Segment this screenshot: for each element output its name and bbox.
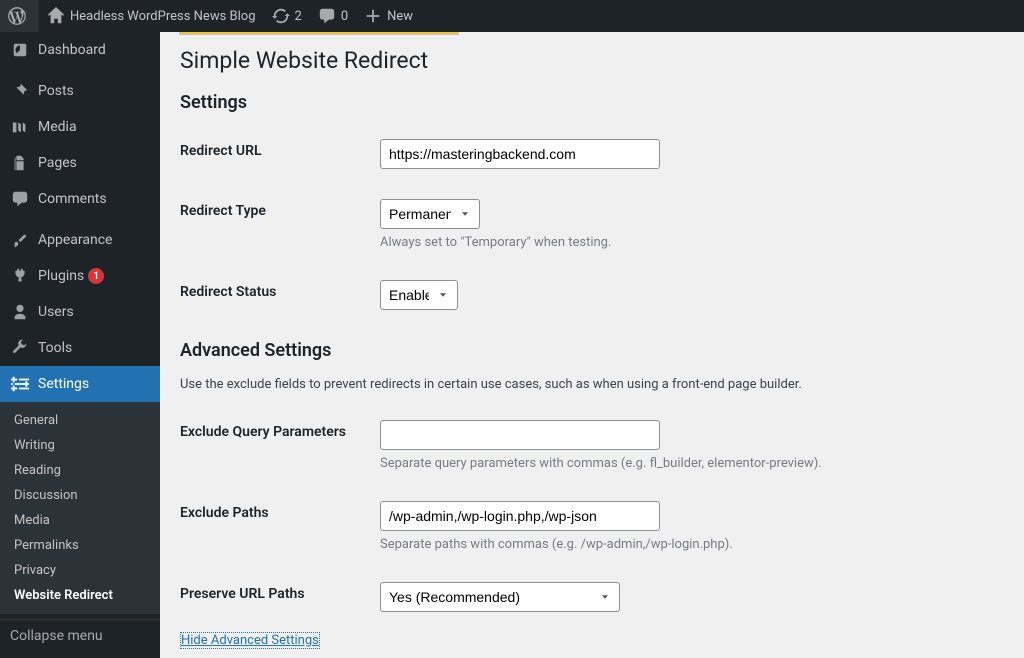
advanced-heading: Advanced Settings xyxy=(180,340,1004,361)
notice-remnant xyxy=(179,32,459,35)
comments-menu[interactable]: 0 xyxy=(310,0,356,32)
wp-logo-menu[interactable] xyxy=(0,0,39,32)
comments-count-label: 0 xyxy=(341,9,348,24)
plugins-badge: 1 xyxy=(88,268,104,284)
exclude-query-input[interactable] xyxy=(380,420,660,450)
exclude-query-desc: Separate query parameters with commas (e… xyxy=(380,456,1004,471)
redirect-type-select[interactable]: Permanent xyxy=(380,199,480,229)
sidebar-item-label: Tools xyxy=(38,340,72,356)
redirect-url-label: Redirect URL xyxy=(180,129,380,189)
exclude-paths-desc: Separate paths with commas (e.g. /wp-adm… xyxy=(380,537,1004,552)
sidebar-item-label: Media xyxy=(38,119,77,135)
sidebar-item-tools[interactable]: Tools xyxy=(0,330,160,366)
redirect-type-desc: Always set to "Temporary" when testing. xyxy=(380,235,1004,250)
sidebar-item-label: Posts xyxy=(38,83,74,99)
submenu-item-general[interactable]: General xyxy=(0,408,160,433)
plus-icon xyxy=(364,7,382,25)
admin-bar: Headless WordPress News Blog 2 0 New xyxy=(0,0,1024,32)
submenu-item-website-redirect[interactable]: Website Redirect xyxy=(0,583,160,608)
sidebar-item-label: Dashboard xyxy=(38,42,106,58)
exclude-paths-input[interactable] xyxy=(380,501,660,531)
new-menu[interactable]: New xyxy=(356,0,421,32)
sidebar-item-label: Comments xyxy=(38,191,107,207)
preserve-paths-label: Preserve URL Paths xyxy=(180,572,380,632)
submenu-item-media[interactable]: Media xyxy=(0,508,160,533)
wrench-icon xyxy=(10,338,30,358)
settings-submenu: General Writing Reading Discussion Media… xyxy=(0,402,160,614)
sidebar-item-label: Appearance xyxy=(38,232,112,248)
page-title: Simple Website Redirect xyxy=(180,47,1004,74)
submenu-item-writing[interactable]: Writing xyxy=(0,433,160,458)
sidebar-item-label: Plugins xyxy=(38,268,84,284)
sidebar-item-media[interactable]: Media xyxy=(0,109,160,145)
exclude-query-label: Exclude Query Parameters xyxy=(180,410,380,491)
collapse-label: Collapse menu xyxy=(10,628,103,644)
settings-heading: Settings xyxy=(180,92,1004,113)
sidebar-item-label: Pages xyxy=(38,155,77,171)
pin-icon xyxy=(10,81,30,101)
advanced-desc: Use the exclude fields to prevent redire… xyxy=(180,377,1004,392)
sidebar-item-pages[interactable]: Pages xyxy=(0,145,160,181)
exclude-paths-label: Exclude Paths xyxy=(180,491,380,572)
plugin-icon xyxy=(10,266,30,286)
toggle-advanced-link[interactable]: Hide Advanced Settings xyxy=(180,632,320,649)
submenu-item-permalinks[interactable]: Permalinks xyxy=(0,533,160,558)
brush-icon xyxy=(10,230,30,250)
preserve-paths-select[interactable]: Yes (Recommended) xyxy=(380,582,620,612)
sidebar-item-settings[interactable]: Settings xyxy=(0,366,160,402)
updates-count-label: 2 xyxy=(295,9,302,24)
redirect-url-input[interactable] xyxy=(380,139,660,169)
comments-icon xyxy=(10,189,30,209)
sidebar-item-comments[interactable]: Comments xyxy=(0,181,160,217)
comment-icon xyxy=(318,7,336,25)
sidebar-item-users[interactable]: Users xyxy=(0,294,160,330)
main-content: Simple Website Redirect Settings Redirec… xyxy=(160,32,1024,658)
update-icon xyxy=(272,7,290,25)
dashboard-icon xyxy=(10,40,30,60)
settings-form-table: Redirect URL Redirect Type Permanent Alw… xyxy=(180,129,1004,330)
user-icon xyxy=(10,302,30,322)
submenu-item-discussion[interactable]: Discussion xyxy=(0,483,160,508)
wordpress-logo-icon xyxy=(8,7,26,25)
home-icon xyxy=(47,7,65,25)
site-title-label: Headless WordPress News Blog xyxy=(70,9,256,24)
media-icon xyxy=(10,117,30,137)
submenu-item-reading[interactable]: Reading xyxy=(0,458,160,483)
redirect-status-select[interactable]: Enabled xyxy=(380,280,458,310)
sidebar-item-posts[interactable]: Posts xyxy=(0,73,160,109)
submenu-item-privacy[interactable]: Privacy xyxy=(0,558,160,583)
sidebar-item-dashboard[interactable]: Dashboard xyxy=(0,32,160,68)
admin-sidebar: Dashboard Posts Media Pages Comments App… xyxy=(0,32,160,658)
updates-menu[interactable]: 2 xyxy=(264,0,310,32)
sidebar-item-label: Settings xyxy=(38,376,89,392)
redirect-type-label: Redirect Type xyxy=(180,189,380,270)
sidebar-item-appearance[interactable]: Appearance xyxy=(0,222,160,258)
new-label: New xyxy=(387,9,413,24)
collapse-menu-button[interactable]: Collapse menu xyxy=(0,619,160,652)
sidebar-item-plugins[interactable]: Plugins 1 xyxy=(0,258,160,294)
advanced-form-table: Exclude Query Parameters Separate query … xyxy=(180,410,1004,632)
site-name-menu[interactable]: Headless WordPress News Blog xyxy=(39,0,264,32)
page-icon xyxy=(10,153,30,173)
redirect-status-label: Redirect Status xyxy=(180,270,380,330)
sidebar-item-label: Users xyxy=(38,304,74,320)
sliders-icon xyxy=(10,374,30,394)
